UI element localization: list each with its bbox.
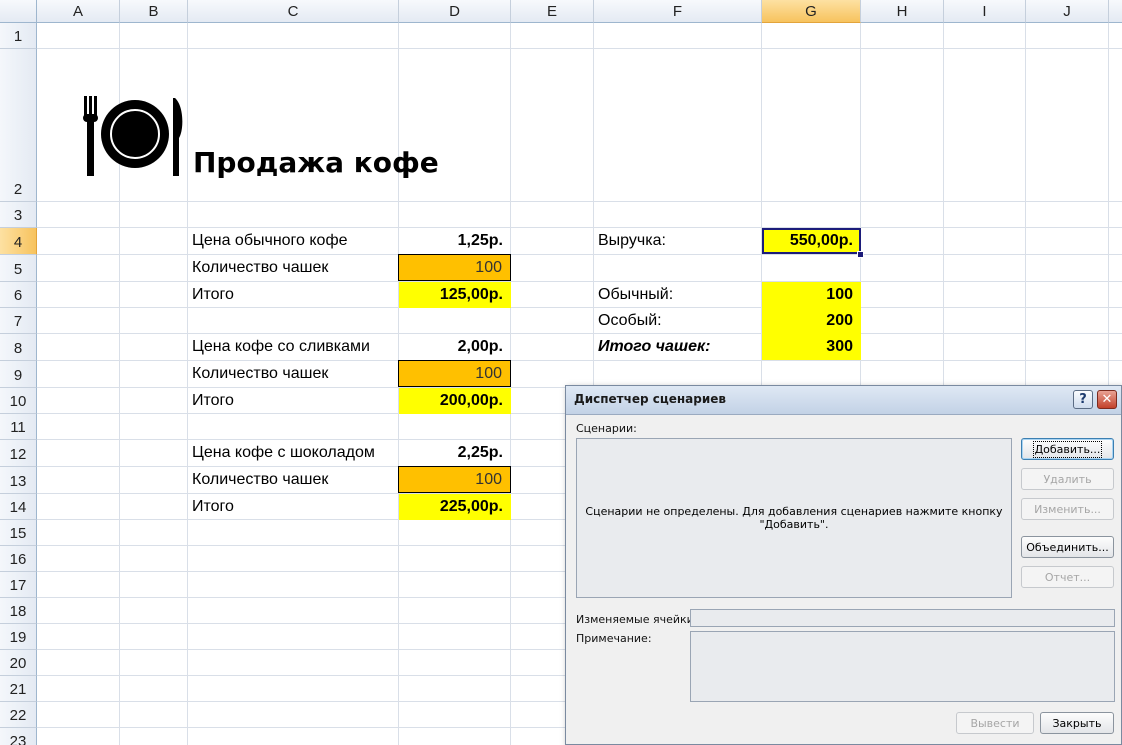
changing-cells-field [690, 609, 1115, 627]
column-header-k[interactable] [1109, 0, 1122, 23]
edit-button-label: Изменить... [1034, 502, 1101, 516]
row-header[interactable]: 10 [0, 388, 37, 414]
show-button-label: Вывести [970, 716, 1020, 730]
regular-label[interactable]: Обычный: [594, 282, 762, 308]
column-header-d[interactable]: D [399, 0, 511, 23]
merge-button[interactable]: Объединить... [1021, 536, 1114, 558]
row-header[interactable]: 9 [0, 361, 37, 388]
close-button-label: Закрыть [1052, 716, 1102, 730]
select-all-corner[interactable] [0, 0, 37, 23]
row-header[interactable]: 6 [0, 282, 37, 308]
cream-cups-label[interactable]: Количество чашек [188, 361, 399, 387]
cups-total-cell[interactable]: 300 [762, 334, 861, 360]
row-header[interactable]: 18 [0, 598, 37, 624]
regular-cups-label[interactable]: Количество чашек [188, 255, 399, 281]
row-header[interactable]: 3 [0, 202, 37, 228]
column-header-b[interactable]: B [120, 0, 188, 23]
special-label[interactable]: Особый: [594, 308, 762, 334]
choc-cups-label[interactable]: Количество чашек [188, 467, 399, 493]
cream-price-cell[interactable]: 2,00р. [399, 334, 511, 360]
regular-cups-cell[interactable]: 100 [398, 254, 511, 281]
scenarios-list[interactable]: Сценарии не определены. Для добавления с… [576, 438, 1012, 598]
cream-total-label[interactable]: Итого [188, 388, 399, 414]
regular-count-cell[interactable]: 100 [762, 282, 861, 308]
cups-total-label[interactable]: Итого чашек: [594, 334, 762, 360]
edit-button[interactable]: Изменить... [1021, 498, 1114, 520]
changing-cells-label: Изменяемые ячейки: [576, 613, 698, 626]
close-icon[interactable]: ✕ [1097, 390, 1117, 409]
sheet-title: Продажа кофе [193, 146, 439, 179]
row-header[interactable]: 16 [0, 546, 37, 572]
row-header[interactable]: 22 [0, 702, 37, 728]
report-button[interactable]: Отчет... [1021, 566, 1114, 588]
close-button[interactable]: Закрыть [1040, 712, 1114, 734]
special-count-cell[interactable]: 200 [762, 308, 861, 334]
help-button[interactable]: ? [1073, 390, 1093, 409]
column-header-h[interactable]: H [861, 0, 944, 23]
revenue-cell[interactable]: 550,00р. [762, 228, 861, 254]
cream-total-cell[interactable]: 200,00р. [399, 388, 511, 414]
row-header[interactable]: 8 [0, 334, 37, 361]
row-header[interactable]: 14 [0, 494, 37, 520]
choc-total-cell[interactable]: 225,00р. [399, 494, 511, 520]
delete-button[interactable]: Удалить [1021, 468, 1114, 490]
column-header-f[interactable]: F [594, 0, 762, 23]
revenue-label[interactable]: Выручка: [594, 228, 762, 254]
column-header-e[interactable]: E [511, 0, 594, 23]
regular-price-cell[interactable]: 1,25р. [399, 228, 511, 254]
comment-label: Примечание: [576, 632, 652, 645]
cream-cups-cell[interactable]: 100 [398, 360, 511, 387]
add-button[interactable]: Добавить... [1021, 438, 1114, 460]
scenarios-label: Сценарии: [576, 422, 637, 435]
choc-price-cell[interactable]: 2,25р. [399, 440, 511, 466]
row-gridline [37, 48, 1122, 49]
regular-price-label[interactable]: Цена обычного кофе [188, 228, 399, 254]
scenario-manager-dialog: Диспетчер сценариев ? ✕ Сценарии: Сценар… [565, 385, 1122, 745]
row-header[interactable]: 4 [0, 228, 37, 255]
regular-total-cell[interactable]: 125,00р. [399, 282, 511, 308]
fill-handle[interactable] [857, 251, 864, 258]
regular-total-label[interactable]: Итого [188, 282, 399, 308]
row-header[interactable]: 7 [0, 308, 37, 334]
row-header[interactable]: 23 [0, 728, 37, 745]
column-header-j[interactable]: J [1026, 0, 1109, 23]
cream-price-label[interactable]: Цена кофе со сливками [188, 334, 399, 360]
row-header[interactable]: 2 [0, 49, 37, 202]
report-button-label: Отчет... [1044, 570, 1091, 584]
choc-price-label[interactable]: Цена кофе с шоколадом [188, 440, 399, 466]
row-header[interactable]: 13 [0, 467, 37, 494]
show-button[interactable]: Вывести [956, 712, 1034, 734]
row-header[interactable]: 5 [0, 255, 37, 282]
row-header[interactable]: 1 [0, 23, 37, 49]
column-header-i[interactable]: I [944, 0, 1026, 23]
dialog-titlebar[interactable]: Диспетчер сценариев ? ✕ [566, 386, 1121, 415]
row-header[interactable]: 15 [0, 520, 37, 546]
row-header[interactable]: 11 [0, 414, 37, 440]
row-header[interactable]: 17 [0, 572, 37, 598]
choc-total-label[interactable]: Итого [188, 494, 399, 520]
row-header[interactable]: 20 [0, 650, 37, 676]
column-header-a[interactable]: A [37, 0, 120, 23]
comment-field [690, 631, 1115, 702]
delete-button-label: Удалить [1043, 472, 1092, 486]
choc-cups-cell[interactable]: 100 [398, 466, 511, 493]
row-header[interactable]: 19 [0, 624, 37, 650]
dialog-title: Диспетчер сценариев [574, 392, 727, 406]
add-button-label: Добавить... [1032, 440, 1103, 458]
column-header-c[interactable]: C [188, 0, 399, 23]
merge-button-label: Объединить... [1026, 540, 1109, 554]
plate-fork-knife-icon [83, 96, 183, 176]
row-header[interactable]: 21 [0, 676, 37, 702]
row-header[interactable]: 12 [0, 440, 37, 467]
row-gridline [37, 201, 1122, 202]
empty-scenarios-message: Сценарии не определены. Для добавления с… [585, 505, 1003, 531]
column-header-g[interactable]: G [762, 0, 861, 23]
